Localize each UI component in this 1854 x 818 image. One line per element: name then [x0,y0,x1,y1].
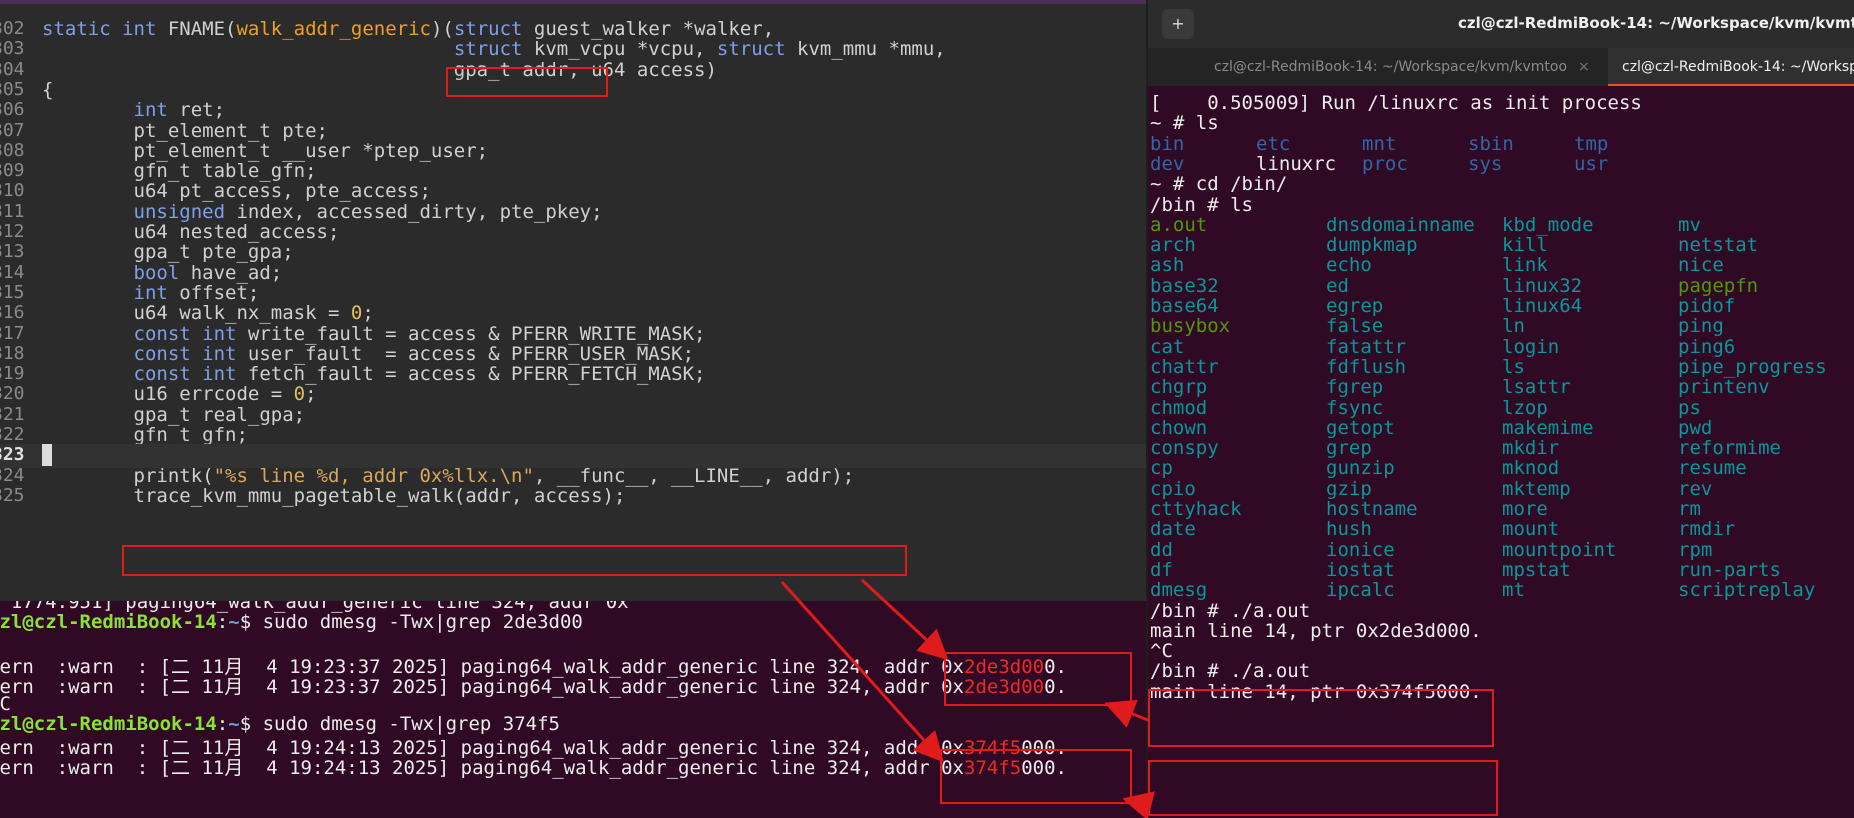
arrow-aout-1-to-dmesg [1104,699,1149,728]
annotation-arrows [780,578,1155,818]
arrow-aout-2-to-dmesg [1122,791,1155,818]
arrow-printk-to-dmesg-1 [860,578,949,661]
arrow-printk-to-dmesg-2 [780,580,945,763]
